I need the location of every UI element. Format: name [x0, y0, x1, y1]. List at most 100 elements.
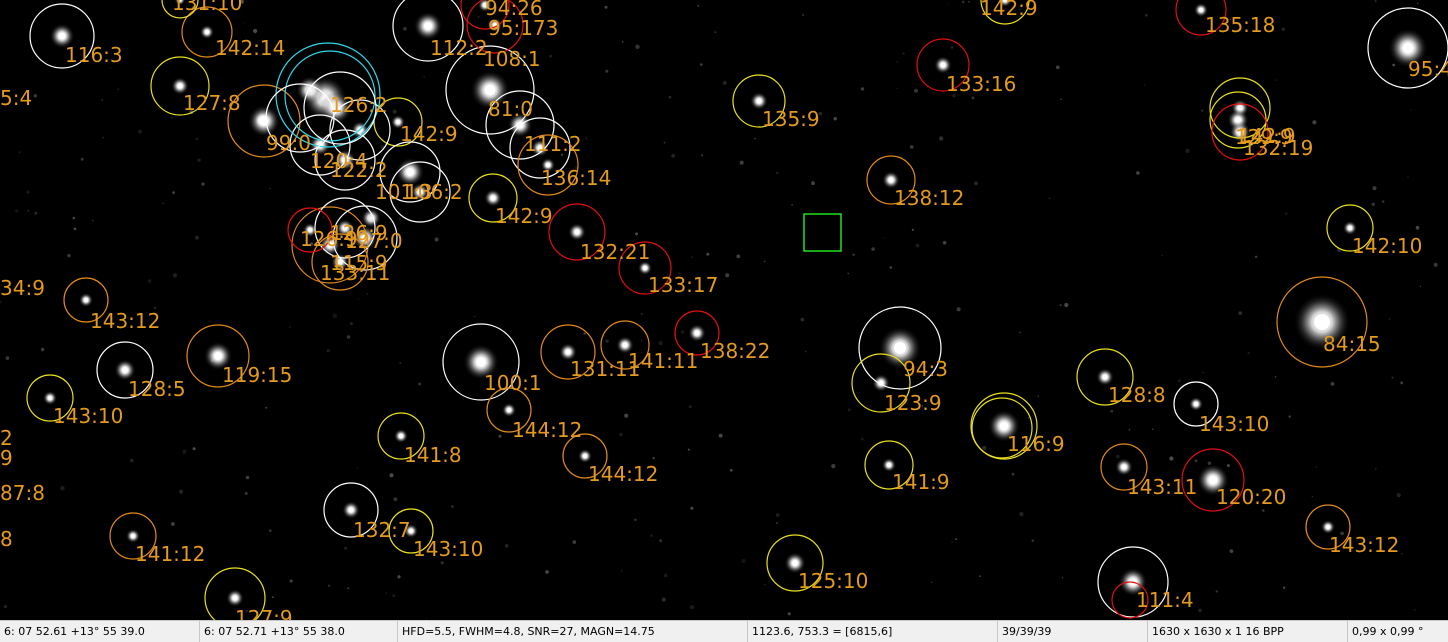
- status-cursor-coordinates: 6: 07 52.61 +13° 55 39.0: [0, 621, 200, 642]
- star-core: [1314, 314, 1330, 330]
- background-speck: [1372, 186, 1377, 191]
- background-speck: [545, 570, 549, 574]
- background-speck: [635, 232, 638, 236]
- star-core: [643, 266, 647, 270]
- background-speck: [91, 219, 94, 222]
- star-annotation-label: 126:9: [300, 227, 358, 251]
- background-speck: [852, 253, 855, 256]
- star-annotation-label: 108:1: [483, 47, 541, 71]
- background-speck: [664, 573, 668, 578]
- background-speck: [172, 191, 175, 194]
- star-core: [1208, 475, 1218, 485]
- background-speck: [385, 592, 387, 594]
- background-speck: [195, 137, 199, 141]
- star-annotation-label: 34:9: [0, 276, 45, 300]
- background-speck: [1060, 98, 1062, 101]
- background-speck: [147, 279, 152, 283]
- background-speck: [1391, 376, 1394, 379]
- star-annotation-label: 119:15: [222, 363, 292, 387]
- background-speck: [1201, 109, 1204, 112]
- star-annotation-label: 128:8: [1108, 383, 1166, 407]
- star-annotation-label: 138:12: [894, 186, 964, 210]
- background-speck: [860, 437, 864, 441]
- background-speck: [271, 596, 274, 599]
- background-speck: [1254, 255, 1258, 258]
- star-core: [58, 32, 66, 40]
- star-core: [1326, 525, 1330, 529]
- background-speck: [1226, 464, 1230, 468]
- status-bar: 6: 07 52.61 +13° 55 39.0 6: 07 52.71 +13…: [0, 620, 1448, 642]
- background-speck: [138, 129, 142, 134]
- background-speck: [1169, 456, 1174, 461]
- background-speck: [641, 313, 643, 315]
- background-speck: [109, 67, 112, 69]
- background-speck: [1177, 379, 1181, 383]
- background-speck: [671, 153, 676, 158]
- star-annotation-label: 100:1: [484, 371, 542, 395]
- background-speck: [776, 522, 779, 525]
- background-speck: [641, 340, 643, 342]
- background-speck: [763, 260, 766, 263]
- background-speck: [764, 584, 766, 586]
- star-core: [574, 229, 580, 235]
- background-speck: [289, 579, 293, 583]
- background-speck: [1110, 409, 1114, 413]
- star-core: [1402, 42, 1414, 54]
- background-speck: [1061, 577, 1064, 579]
- background-speck: [27, 210, 30, 212]
- background-speck: [871, 247, 875, 251]
- background-speck: [1288, 415, 1291, 418]
- star-annotation-label: 143:12: [90, 309, 160, 333]
- star-core: [205, 30, 209, 34]
- star-annotation-label: 141:11: [628, 349, 698, 373]
- background-speck: [253, 28, 258, 34]
- background-speck: [911, 228, 915, 231]
- background-speck: [1059, 304, 1062, 307]
- background-speck: [896, 61, 898, 63]
- background-speck: [1274, 376, 1277, 378]
- star-field-image[interactable]: 116:3 142:14127:899:0 142:9101:3106:2142:9…: [0, 0, 1448, 620]
- background-speck: [909, 145, 914, 149]
- star-annotation-label: 136:14: [541, 166, 611, 190]
- star-core: [177, 83, 183, 89]
- star-annotation-label: 143:10: [53, 404, 123, 428]
- background-speck: [739, 160, 744, 165]
- star-annotation-label: 131:10: [172, 0, 242, 15]
- background-speck: [635, 44, 640, 49]
- background-speck: [332, 313, 337, 318]
- background-speck: [1407, 176, 1409, 178]
- background-speck: [658, 341, 663, 346]
- star-annotation-label: 143:10: [413, 537, 483, 561]
- background-speck: [700, 63, 703, 66]
- star-annotation-label: 111:4: [1136, 588, 1194, 612]
- background-speck: [700, 154, 704, 157]
- background-speck: [741, 558, 746, 564]
- background-speck: [791, 204, 793, 206]
- star-annotation-label: 95:173: [488, 16, 558, 40]
- background-speck: [634, 518, 637, 522]
- background-speck: [860, 87, 865, 91]
- background-speck: [604, 5, 608, 9]
- background-speck: [947, 4, 949, 6]
- star-core: [694, 330, 700, 336]
- star-annotation-label: 142:14: [215, 36, 285, 60]
- background-speck: [1396, 493, 1401, 498]
- star-core: [1194, 402, 1198, 406]
- background-speck: [67, 253, 71, 258]
- star-core: [887, 463, 891, 467]
- background-speck: [718, 433, 723, 438]
- star-annotation-label: 116:3: [65, 43, 123, 67]
- background-speck: [583, 332, 586, 335]
- background-speck: [1185, 148, 1190, 153]
- background-speck: [691, 256, 693, 258]
- background-speck: [326, 349, 330, 353]
- star-core: [84, 298, 88, 302]
- background-speck: [322, 216, 325, 219]
- star-annotation-label: 142:9: [495, 204, 553, 228]
- background-speck: [349, 322, 353, 326]
- background-speck: [804, 350, 807, 353]
- star-annotation-label: 128:5: [128, 377, 186, 401]
- star-core: [888, 177, 894, 183]
- star-core: [1348, 226, 1352, 230]
- background-speck: [690, 506, 694, 510]
